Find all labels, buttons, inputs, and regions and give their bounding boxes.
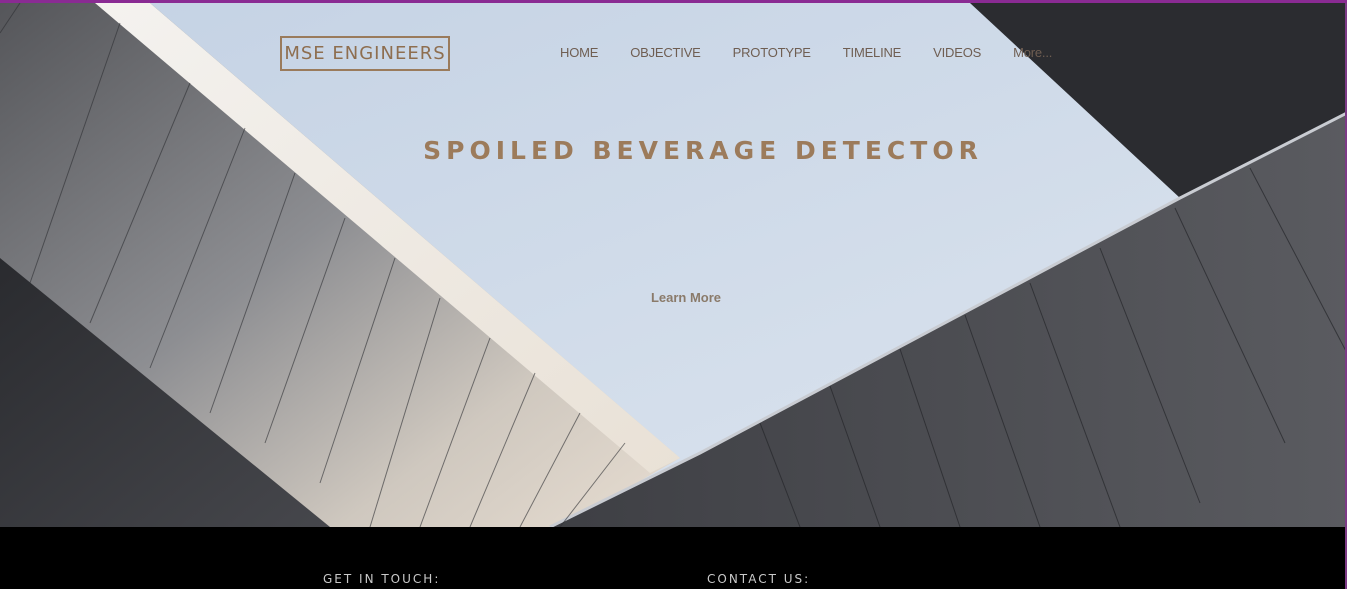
hero-title: SPOILED BEVERAGE DETECTOR xyxy=(423,136,983,165)
site-logo[interactable]: MSE ENGINEERS xyxy=(280,36,450,71)
main-nav: HOME OBJECTIVE PROTOTYPE TIMELINE VIDEOS… xyxy=(544,45,1068,60)
site-logo-text: MSE ENGINEERS xyxy=(284,43,446,64)
nav-item-home[interactable]: HOME xyxy=(544,45,614,60)
footer-get-in-touch-heading: GET IN TOUCH: xyxy=(323,572,441,586)
nav-item-more[interactable]: More... xyxy=(997,45,1068,60)
page: MSE ENGINEERS HOME OBJECTIVE PROTOTYPE T… xyxy=(0,0,1347,589)
nav-item-videos[interactable]: VIDEOS xyxy=(917,45,997,60)
top-border xyxy=(0,0,1347,3)
hero-section: MSE ENGINEERS HOME OBJECTIVE PROTOTYPE T… xyxy=(0,3,1347,527)
nav-item-prototype[interactable]: PROTOTYPE xyxy=(717,45,827,60)
hero-background-image xyxy=(0,3,1347,527)
footer-contact-us-heading: CONTACT US: xyxy=(707,572,811,586)
nav-item-objective[interactable]: OBJECTIVE xyxy=(614,45,716,60)
learn-more-button[interactable]: Learn More xyxy=(640,288,732,308)
nav-item-timeline[interactable]: TIMELINE xyxy=(827,45,917,60)
footer: GET IN TOUCH: CONTACT US: xyxy=(0,527,1347,589)
